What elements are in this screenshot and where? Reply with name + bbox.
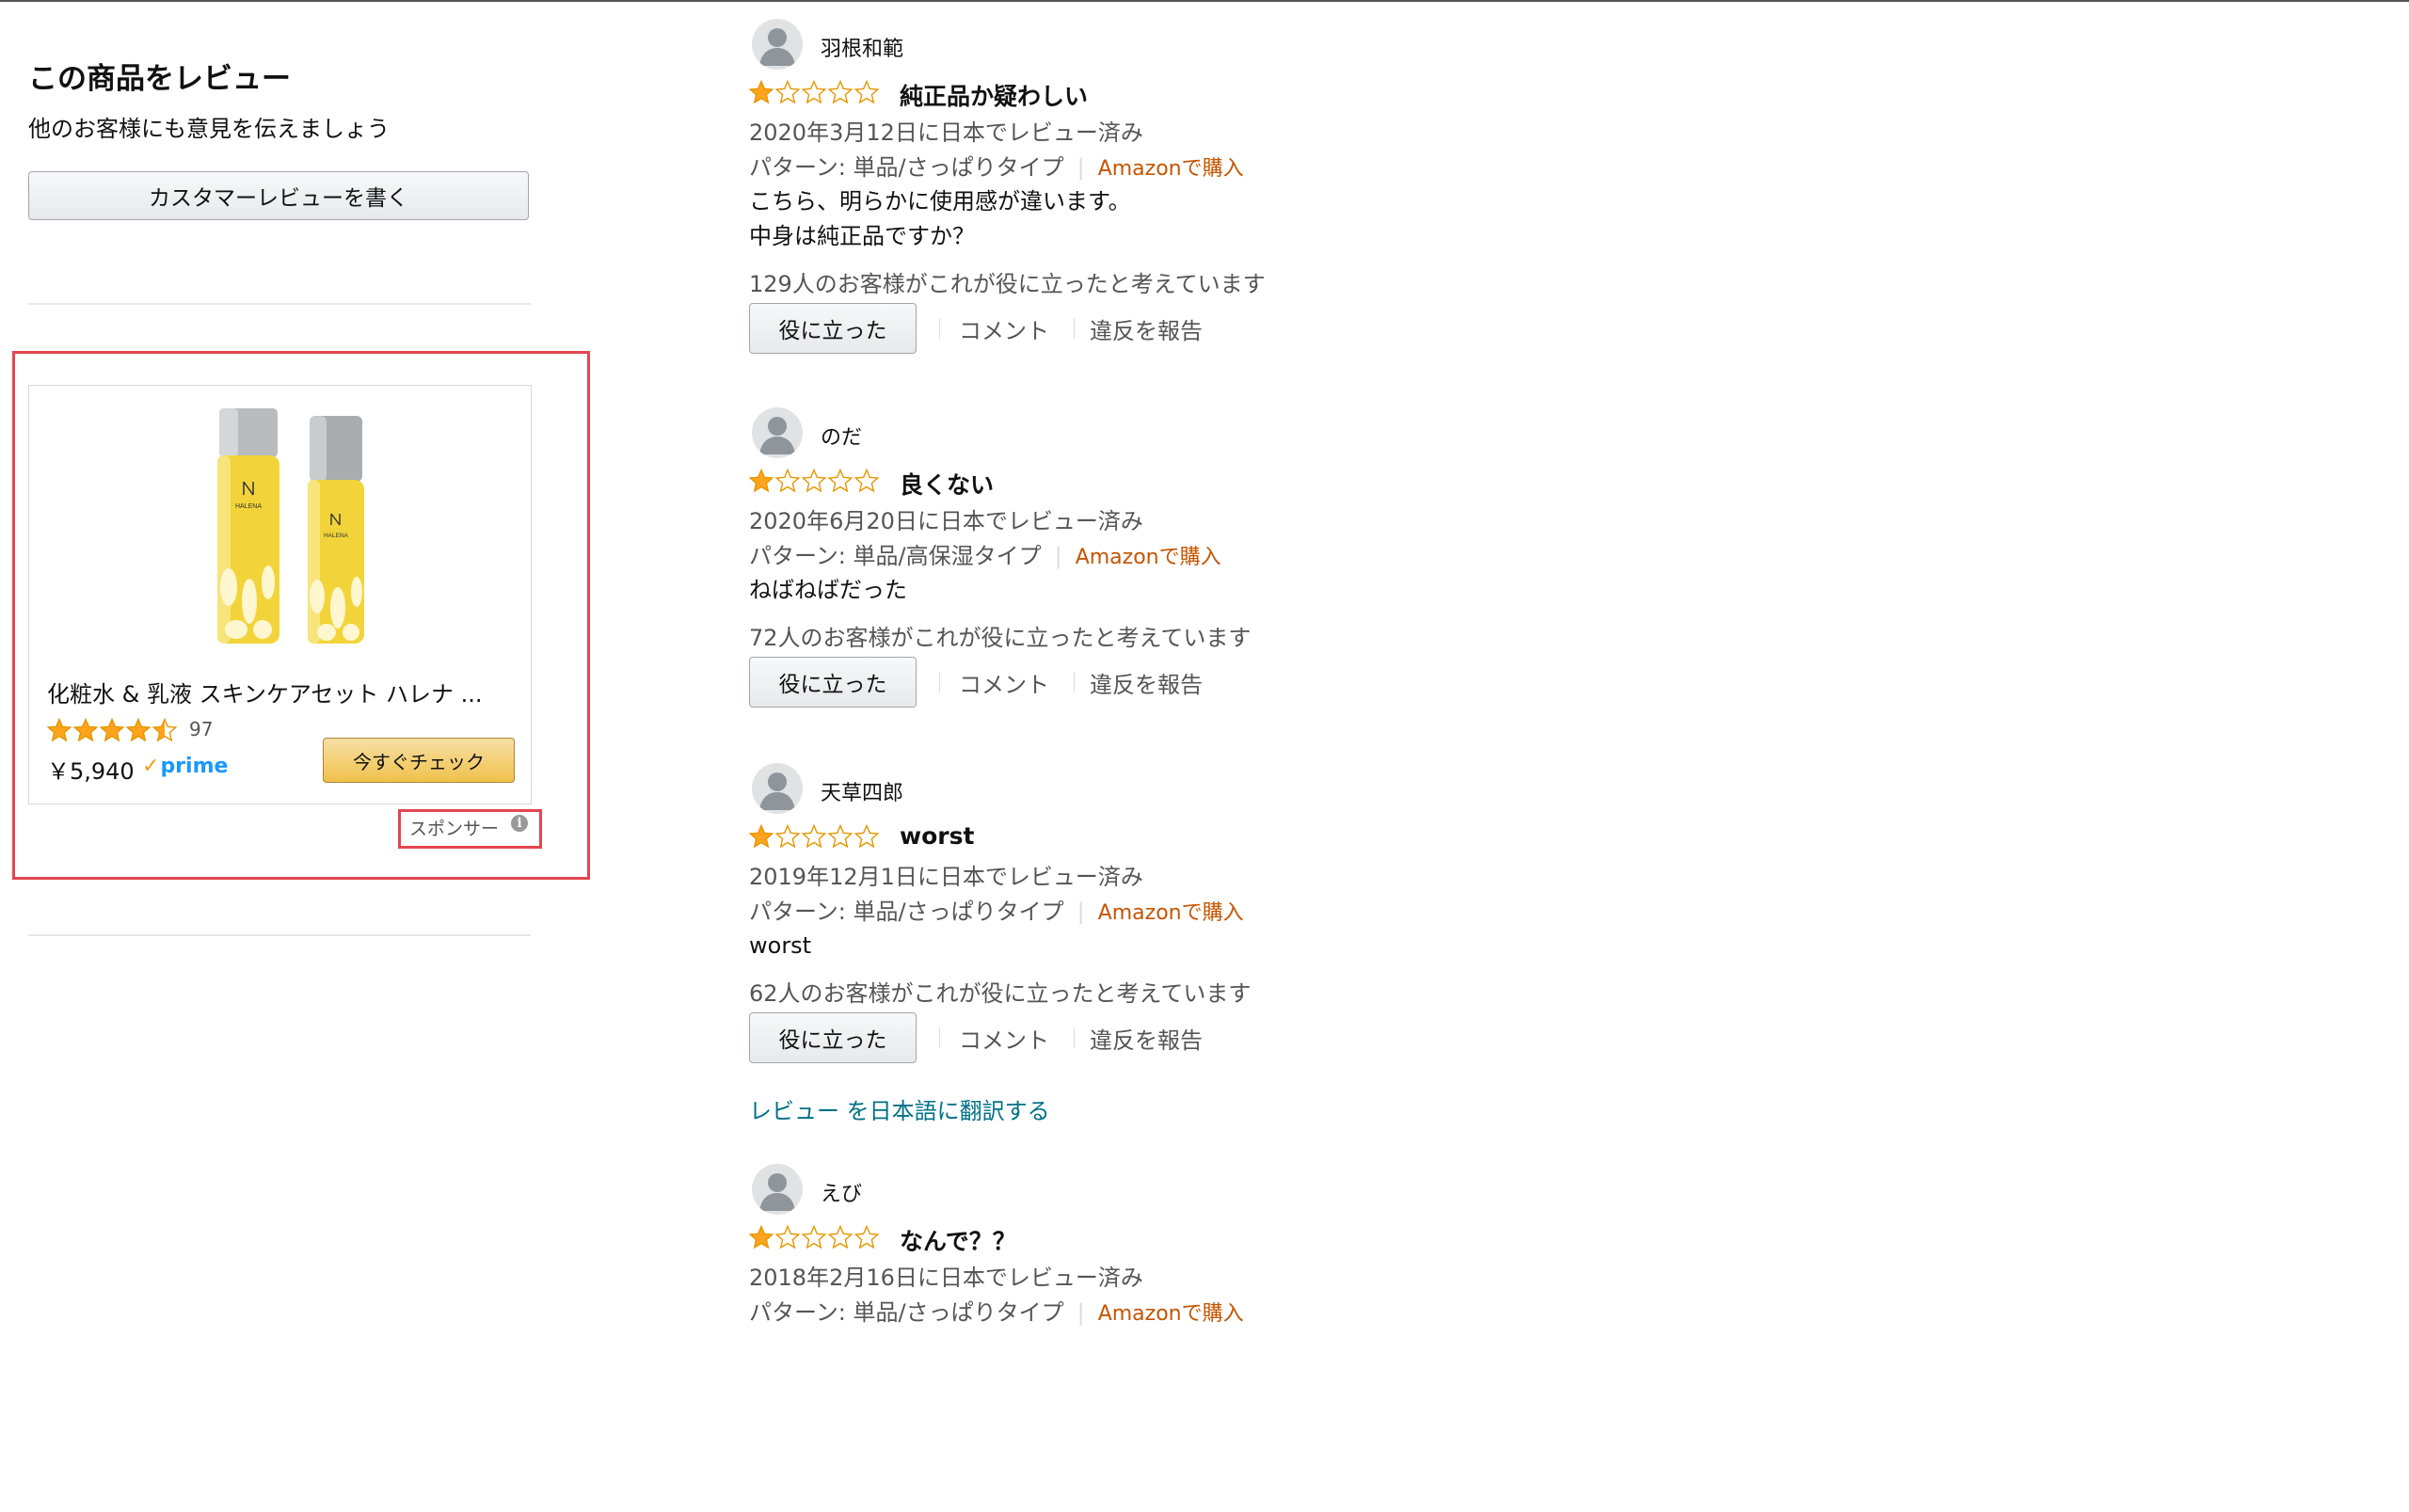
verified-purchase-badge: Amazonで購入 [1097,157,1244,181]
pattern-text: パターン: 単品/さっぱりタイプ [749,154,1064,181]
divider [1074,672,1075,692]
svg-text:HALENA: HALENA [324,533,349,539]
review-item: 羽根和範 純正品か疑わしい 2020年3月12日に日本でレビュー済み パターン: 単品… [749,19,1596,367]
verified-purchase-badge: Amazonで購入 [1075,546,1221,569]
ad-rating-count[interactable]: 97 [189,718,213,740]
review-section-subtitle: 他のお客様にも意見を伝えましょう [28,116,390,142]
review-date: 2020年6月20日に日本でレビュー済み [749,508,1143,534]
helpful-count: 72人のお客様がこれが役に立ったと考えています [749,625,1252,651]
review-pattern: パターン: 単品/さっぱりタイプ | Amazonで購入 [749,899,1244,925]
review-pattern: パターン: 単品/高保湿タイプ | Amazonで購入 [749,543,1221,569]
sponsored-label: スポンサー [409,819,500,839]
ad-price: ￥5,940 [47,758,135,785]
review-body: ねばねばだった [749,573,907,608]
verified-purchase-badge: Amazonで購入 [1097,901,1244,925]
review-body-line: worst [749,932,812,959]
divider [939,318,940,339]
reviewer-name[interactable]: のだ [821,421,862,451]
comment-link[interactable]: コメント [959,1022,1049,1055]
review-item: のだ 良くない 2020年6月20日に日本でレビュー済み パターン: 単品/高保湿タイ… [749,407,1596,756]
translate-review-link[interactable]: レビュー を日本語に翻訳する [749,1092,1050,1125]
review-date: 2018年2月16日に日本でレビュー済み [749,1265,1143,1291]
review-actions: 役に立った コメント 違反を報告 [749,657,1203,708]
divider [1074,318,1075,339]
divider [28,934,531,936]
reviewer-avatar[interactable] [752,1164,803,1215]
review-date: 2019年12月1日に日本でレビュー済み [749,864,1143,890]
helpful-button[interactable]: 役に立った [749,303,917,354]
check-now-button[interactable]: 今すぐチェック [323,738,515,783]
prime-check-icon: ✓ [142,755,160,778]
review-item: えび なんで？？ 2018年2月16日に日本でレビュー済み パターン: 単品/さっぱり… [749,1164,1596,1512]
report-abuse-link[interactable]: 違反を報告 [1090,1022,1203,1055]
report-abuse-link[interactable]: 違反を報告 [1090,312,1203,345]
prime-badge: ✓prime [142,755,229,778]
helpful-button[interactable]: 役に立った [749,657,917,708]
review-body: こちら、明らかに使用感が違います。 中身は純正品ですか？ [749,184,1131,254]
write-review-button[interactable]: カスタマーレビューを書く [28,171,529,220]
pattern-text: パターン: 単品/さっぱりタイプ [749,1299,1064,1326]
pattern-text: パターン: 単品/高保湿タイプ [749,543,1042,569]
divider [1074,1027,1075,1048]
review-star-rating[interactable] [749,1224,885,1250]
review-pattern: パターン: 単品/さっぱりタイプ | Amazonで購入 [749,154,1244,181]
reviewer-name[interactable]: 羽根和範 [821,32,903,62]
info-icon[interactable]: i [511,815,528,832]
verified-purchase-badge: Amazonで購入 [1097,1302,1244,1326]
review-item: 天草四郎 worst 2019年12月1日に日本でレビュー済み パターン: 単品/さっ… [749,763,1596,1111]
review-body: worst [749,929,811,963]
review-title[interactable]: 純正品か疑わしい [900,78,1088,112]
top-border [0,0,2409,2]
reviewer-avatar[interactable] [752,407,803,458]
review-star-rating[interactable] [749,823,885,850]
review-title[interactable]: なんで？？ [900,1223,1016,1257]
divider [939,1027,940,1048]
review-title[interactable]: worst [900,822,974,850]
reviewer-name[interactable]: えび [821,1177,862,1207]
comment-link[interactable]: コメント [959,312,1049,345]
helpful-count: 129人のお客様がこれが役に立ったと考えています [749,271,1266,297]
helpful-count: 62人のお客様がこれが役に立ったと考えています [749,980,1252,1007]
review-title[interactable]: 良くない [900,467,994,501]
review-star-rating[interactable] [749,79,885,105]
review-body-line: 中身は純正品ですか？ [749,223,975,249]
review-actions: 役に立った コメント 違反を報告 [749,1012,1203,1063]
helpful-button[interactable]: 役に立った [749,1012,917,1063]
product-image[interactable]: HALENA HALENA [208,408,377,648]
sponsored-product-card[interactable]: HALENA HALENA 化粧水 & 乳液 スキンケアセット ハレナ ... … [28,385,532,804]
review-star-rating[interactable] [749,468,885,494]
review-section-title: この商品をレビュー [28,62,291,96]
reviewer-avatar[interactable] [752,763,803,814]
review-actions: 役に立った コメント 違反を報告 [749,303,1203,354]
ad-product-title[interactable]: 化粧水 & 乳液 スキンケアセット ハレナ ... [47,676,483,708]
divider [939,672,940,692]
svg-text:HALENA: HALENA [235,503,262,510]
reviewer-avatar[interactable] [752,19,803,70]
comment-link[interactable]: コメント [959,666,1049,699]
review-body-line: ねばねばだった [749,577,907,603]
pattern-text: パターン: 単品/さっぱりタイプ [749,899,1064,925]
review-pattern: パターン: 単品/さっぱりタイプ | Amazonで購入 [749,1299,1244,1326]
reviewer-name[interactable]: 天草四郎 [821,776,903,806]
review-date: 2020年3月12日に日本でレビュー済み [749,119,1143,146]
ad-rating-stars [47,718,177,741]
review-body-line: こちら、明らかに使用感が違います。 [749,188,1131,215]
report-abuse-link[interactable]: 違反を報告 [1090,666,1203,699]
divider [28,303,531,305]
